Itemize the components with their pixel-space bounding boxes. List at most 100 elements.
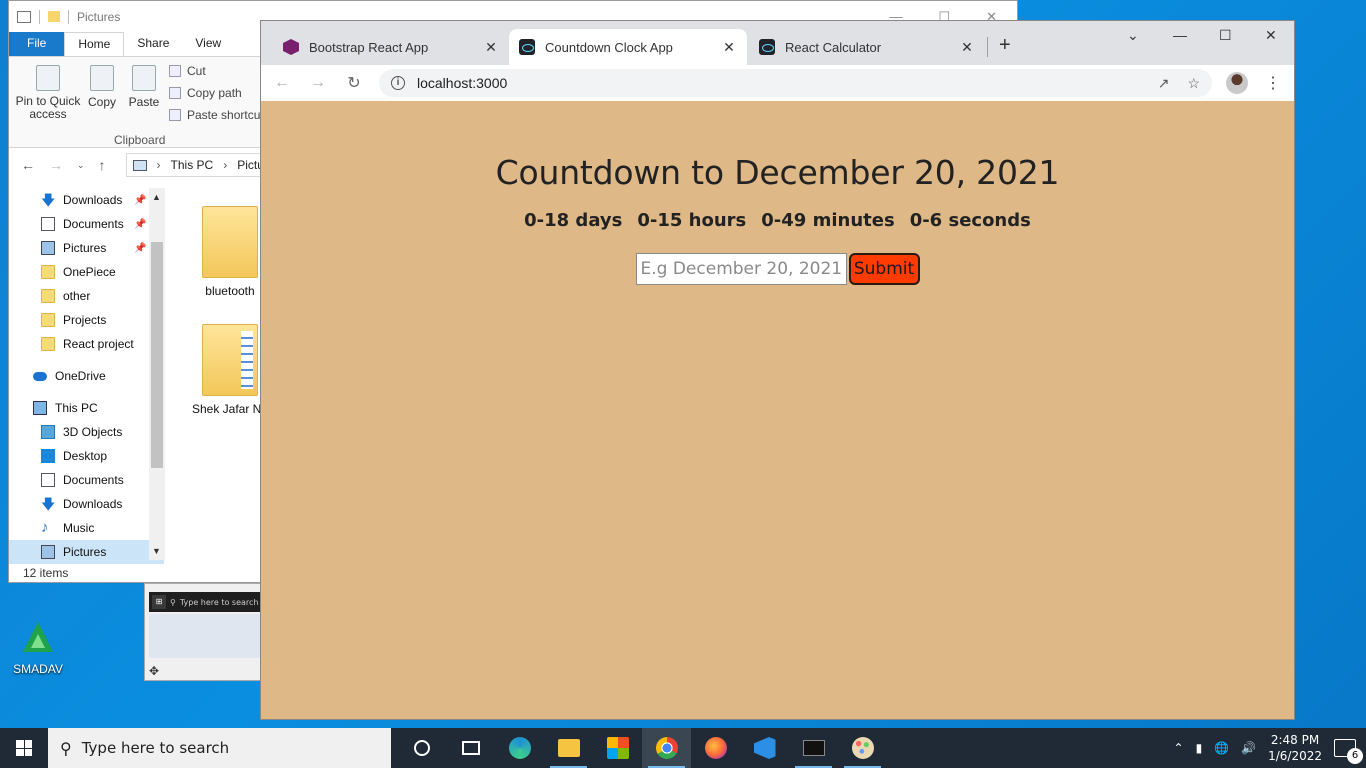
start-button[interactable] — [0, 728, 48, 768]
file-explorer-button[interactable] — [544, 728, 593, 768]
menu-icon[interactable]: ⋮ — [1262, 73, 1284, 93]
nav-item-label: OnePiece — [63, 265, 116, 279]
chrome-button[interactable] — [642, 728, 691, 768]
nav-item-this-pc[interactable]: This PC — [9, 396, 164, 420]
recent-locations-icon[interactable]: ⌄ — [77, 160, 85, 171]
download-icon: 🡇 — [41, 496, 56, 512]
paint-button[interactable] — [838, 728, 887, 768]
documents-icon — [41, 217, 55, 231]
forward-icon[interactable]: → — [307, 74, 329, 92]
nav-item-pictures[interactable]: Pictures — [9, 540, 164, 564]
minimize-icon[interactable]: — — [1173, 27, 1187, 43]
taskbar-search[interactable]: ⚲ Type here to search — [48, 728, 391, 768]
task-view-icon — [461, 741, 480, 755]
close-tab-icon[interactable]: ✕ — [483, 39, 499, 56]
notification-icon[interactable]: 6 — [1334, 739, 1363, 764]
show-hidden-icons-icon[interactable]: ⌃ — [1174, 741, 1184, 755]
back-icon[interactable]: ← — [271, 74, 293, 92]
cortana-button[interactable] — [397, 728, 446, 768]
copy-path-button[interactable]: Copy path — [169, 86, 242, 100]
tab-react-calculator[interactable]: React Calculator ✕ — [749, 29, 985, 65]
url-text: localhost:3000 — [417, 75, 508, 91]
nav-scrollbar[interactable]: ▲ ▼ — [149, 188, 165, 560]
back-icon[interactable]: ← — [21, 157, 35, 173]
battery-icon[interactable]: ▮ — [1196, 741, 1203, 755]
tab-title: Bootstrap React App — [309, 39, 429, 55]
share-icon[interactable]: ↗ — [1158, 75, 1170, 92]
store-button[interactable] — [593, 728, 642, 768]
profile-avatar[interactable] — [1226, 72, 1248, 94]
thumbnail-taskbar: ⊞ ⚲ Type here to search — [149, 592, 261, 612]
volume-icon[interactable]: 🔊 — [1241, 741, 1256, 755]
folder-icon — [41, 337, 55, 351]
breadcrumb-this-pc[interactable]: This PC — [171, 158, 214, 172]
clock[interactable]: 2:48 PM 1/6/2022 — [1268, 732, 1322, 764]
maximize-icon[interactable]: ☐ — [1219, 27, 1232, 44]
nav-item-documents-quick[interactable]: Documents 📌 — [9, 212, 164, 236]
nav-item-label: Music — [63, 521, 95, 535]
pictures-icon — [41, 241, 55, 255]
scroll-up-icon[interactable]: ▲ — [152, 192, 161, 202]
nav-item-documents[interactable]: Documents — [9, 468, 164, 492]
forward-icon[interactable]: → — [49, 157, 63, 173]
smadav-icon — [21, 620, 55, 658]
copy-button[interactable]: Copy — [87, 65, 117, 109]
nav-item-downloads-quick[interactable]: 🡇 Downloads 📌 — [9, 188, 164, 212]
pin-to-quick-access-button[interactable]: Pin to Quick access — [15, 65, 81, 121]
quick-access-toolbar-icon[interactable] — [17, 10, 31, 23]
desktop-icon-smadav[interactable]: SMADAV — [8, 620, 68, 676]
close-tab-icon[interactable]: ✕ — [959, 39, 975, 56]
tab-search-icon[interactable]: ⌄ — [1127, 27, 1139, 44]
nav-item-desktop[interactable]: Desktop — [9, 444, 164, 468]
nav-item-pictures-quick[interactable]: Pictures 📌 — [9, 236, 164, 260]
nav-item-3d-objects[interactable]: 3D Objects — [9, 420, 164, 444]
tab-bootstrap-react-app[interactable]: Bootstrap React App ✕ — [273, 29, 509, 65]
omnibox[interactable]: i localhost:3000 ↗ ☆ — [379, 69, 1212, 97]
terminal-button[interactable] — [789, 728, 838, 768]
site-info-icon[interactable]: i — [391, 76, 405, 90]
status-bar: 12 items — [23, 566, 69, 580]
paste-button[interactable]: Paste — [127, 65, 161, 109]
system-tray: ⌃ ▮ 🌐 🔊 2:48 PM 1/6/2022 6 — [1174, 732, 1366, 764]
nav-item-downloads[interactable]: 🡇 Downloads — [9, 492, 164, 516]
nav-item-label: Projects — [63, 313, 107, 327]
close-tab-icon[interactable]: ✕ — [721, 39, 737, 56]
scroll-down-icon[interactable]: ▼ — [152, 546, 161, 556]
nav-item-label: Documents — [63, 217, 124, 231]
paste-shortcut-button[interactable]: Paste shortcut — [169, 108, 264, 122]
nav-item-label: 3D Objects — [63, 425, 123, 439]
deadline-input[interactable] — [635, 253, 847, 285]
nav-item-music[interactable]: ♪ Music — [9, 516, 164, 540]
reload-icon[interactable]: ↻ — [343, 73, 365, 93]
windows-icon — [16, 740, 32, 756]
firefox-button[interactable] — [691, 728, 740, 768]
submit-button[interactable]: Submit — [848, 253, 920, 285]
vscode-button[interactable] — [740, 728, 789, 768]
network-icon[interactable]: 🌐 — [1214, 741, 1229, 755]
cut-button[interactable]: Cut — [169, 64, 206, 78]
nav-item-react-project[interactable]: React project — [9, 332, 164, 356]
tab-share[interactable]: Share — [124, 32, 182, 56]
navigation-pane: 🡇 Downloads 📌 Documents 📌 Pictures 📌 One… — [9, 188, 164, 564]
copy-path-label: Copy path — [187, 86, 242, 100]
tab-countdown-clock-app[interactable]: Countdown Clock App ✕ — [509, 29, 747, 65]
nav-item-onepiece[interactable]: OnePiece — [9, 260, 164, 284]
nav-item-label: This PC — [55, 401, 98, 415]
nav-item-onedrive[interactable]: OneDrive — [9, 364, 164, 388]
nav-item-other[interactable]: other — [9, 284, 164, 308]
nav-item-projects[interactable]: Projects — [9, 308, 164, 332]
close-icon[interactable]: ✕ — [1265, 27, 1277, 44]
bookmark-star-icon[interactable]: ☆ — [1187, 75, 1200, 92]
task-view-button[interactable] — [446, 728, 495, 768]
chrome-icon — [655, 737, 678, 759]
tab-file[interactable]: File — [9, 32, 65, 56]
up-icon[interactable]: ↑ — [99, 157, 106, 173]
edge-button[interactable] — [495, 728, 544, 768]
tab-home[interactable]: Home — [64, 32, 125, 56]
move-icon[interactable]: ✥ — [149, 664, 159, 678]
days-value: 0-18 days — [524, 210, 623, 231]
scrollbar-thumb[interactable] — [151, 242, 163, 468]
tab-view[interactable]: View — [182, 32, 234, 56]
thumbnail-window: ⊞ ⚲ Type here to search ✥ — [144, 583, 262, 681]
new-tab-icon[interactable]: + — [999, 34, 1011, 57]
